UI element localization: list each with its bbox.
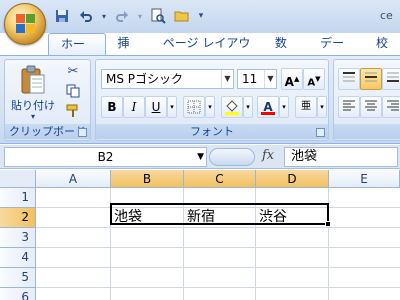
quick-access-toolbar: ▾ ▾ ▾ bbox=[52, 6, 206, 26]
row-header-3[interactable]: 3 bbox=[0, 228, 36, 248]
gridline bbox=[36, 287, 400, 288]
chevron-down-icon[interactable]: ▼ bbox=[197, 148, 204, 166]
bold-button[interactable]: B bbox=[101, 96, 123, 118]
font-name-select[interactable]: MS Pゴシック ▼ bbox=[101, 69, 234, 89]
align-top-button[interactable] bbox=[338, 68, 360, 90]
column-header-c[interactable]: C bbox=[184, 170, 256, 188]
clipboard-group: 貼り付け ▾ ✂ クリップボード bbox=[4, 59, 91, 141]
font-size-select[interactable]: 11 ▼ bbox=[237, 69, 277, 89]
font-group: MS Pゴシック ▼ 11 ▼ A▲ A▼ B I U ▾ ▾ ▾ A ▾ 亜 … bbox=[95, 59, 329, 141]
redo-icon[interactable] bbox=[112, 7, 132, 25]
chevron-down-icon[interactable]: ▾ bbox=[100, 7, 108, 25]
paste-label: 貼り付け bbox=[11, 99, 55, 112]
worksheet-grid[interactable]: A B C D E 1 2 3 4 5 6 池袋 新宿 渋谷 bbox=[0, 170, 400, 300]
ribbon: 貼り付け ▾ ✂ クリップボード MS Pゴシック ▼ 11 ▼ A▲ A▼ B… bbox=[0, 55, 400, 144]
font-color-button[interactable]: A bbox=[257, 96, 279, 118]
clipboard-launcher-icon[interactable] bbox=[78, 128, 87, 137]
align-middle-button[interactable] bbox=[360, 68, 382, 90]
font-color-swatch bbox=[261, 112, 275, 115]
column-header-e[interactable]: E bbox=[329, 170, 400, 188]
ribbon-tabs: ホーム 挿入 ページ レイアウト 数式 データ 校 bbox=[48, 33, 400, 71]
title-bar: ▾ ▾ ▾ ce bbox=[0, 0, 400, 45]
font-launcher-icon[interactable] bbox=[316, 128, 325, 137]
formula-bar-splitter[interactable] bbox=[209, 148, 255, 166]
window-title: ce bbox=[380, 9, 393, 22]
gridline bbox=[36, 267, 400, 268]
cell-selection-range bbox=[110, 203, 329, 225]
gridline bbox=[36, 247, 400, 248]
column-header-d[interactable]: D bbox=[256, 170, 329, 188]
tab-page-layout[interactable]: ページ レイアウト bbox=[151, 33, 263, 70]
row-header-5[interactable]: 5 bbox=[0, 268, 36, 288]
gridline bbox=[36, 227, 400, 228]
alignment-group-label bbox=[334, 124, 400, 139]
customize-qat-icon[interactable]: ▾ bbox=[196, 7, 206, 25]
row-header-4[interactable]: 4 bbox=[0, 248, 36, 268]
print-preview-icon[interactable] bbox=[148, 7, 168, 25]
phonetic-button[interactable]: 亜 bbox=[295, 96, 317, 118]
align-center-button[interactable] bbox=[360, 96, 382, 118]
borders-dropdown[interactable]: ▾ bbox=[205, 96, 215, 118]
formula-bar: B2 ▼ fx 池袋 bbox=[0, 145, 400, 169]
font-size-value: 11 bbox=[242, 72, 258, 86]
chevron-down-icon: ▼ bbox=[221, 70, 233, 88]
paste-icon bbox=[20, 65, 46, 95]
align-bottom-button[interactable] bbox=[382, 68, 400, 90]
chevron-down-icon: ▾ bbox=[30, 112, 35, 121]
formula-input[interactable]: 池袋 bbox=[284, 147, 398, 167]
tab-review[interactable]: 校 bbox=[364, 33, 400, 55]
font-group-label: フォント bbox=[96, 124, 328, 139]
row-header-6[interactable]: 6 bbox=[0, 288, 36, 300]
grow-font-button[interactable]: A▲ bbox=[281, 68, 303, 90]
column-header-b[interactable]: B bbox=[111, 170, 184, 188]
column-header-a[interactable]: A bbox=[36, 170, 111, 188]
italic-button[interactable]: I bbox=[123, 96, 145, 118]
align-left-button[interactable] bbox=[338, 96, 360, 118]
name-box-value: B2 bbox=[97, 150, 114, 164]
select-all-corner[interactable] bbox=[0, 170, 36, 188]
fill-color-button[interactable] bbox=[221, 96, 243, 118]
underline-button[interactable]: U bbox=[145, 96, 167, 118]
office-logo-icon bbox=[16, 14, 36, 34]
open-folder-icon[interactable] bbox=[172, 7, 192, 25]
tab-data[interactable]: データ bbox=[308, 33, 364, 70]
fill-handle[interactable] bbox=[325, 221, 331, 227]
insert-function-button[interactable]: fx bbox=[262, 148, 274, 163]
chevron-down-icon: ▼ bbox=[264, 70, 276, 88]
row-header-2[interactable]: 2 bbox=[0, 208, 36, 228]
borders-button[interactable] bbox=[183, 96, 205, 118]
office-button[interactable] bbox=[4, 3, 46, 45]
underline-dropdown[interactable]: ▾ bbox=[167, 96, 177, 118]
shrink-font-button[interactable]: A▼ bbox=[303, 68, 325, 90]
undo-icon[interactable] bbox=[76, 7, 96, 25]
fill-color-dropdown[interactable]: ▾ bbox=[243, 96, 253, 118]
chevron-down-icon[interactable]: ▾ bbox=[136, 7, 144, 25]
tab-home[interactable]: ホーム bbox=[48, 33, 106, 71]
save-icon[interactable] bbox=[52, 7, 72, 25]
align-right-button[interactable] bbox=[382, 96, 400, 118]
phonetic-glyph: 亜 bbox=[301, 101, 311, 112]
tab-insert[interactable]: 挿入 bbox=[106, 33, 151, 70]
paste-button[interactable]: 貼り付け ▾ bbox=[11, 63, 55, 121]
tab-formulas[interactable]: 数式 bbox=[263, 33, 308, 70]
name-box[interactable]: B2 ▼ bbox=[4, 147, 207, 167]
phonetic-dropdown[interactable]: ▾ bbox=[317, 96, 327, 118]
row-header-1[interactable]: 1 bbox=[0, 188, 36, 208]
format-painter-icon[interactable] bbox=[63, 104, 83, 122]
font-name-value: MS Pゴシック bbox=[106, 72, 184, 86]
copy-icon[interactable] bbox=[63, 84, 83, 102]
font-color-dropdown[interactable]: ▾ bbox=[279, 96, 289, 118]
cut-icon[interactable]: ✂ bbox=[63, 64, 83, 82]
alignment-group bbox=[333, 59, 400, 141]
